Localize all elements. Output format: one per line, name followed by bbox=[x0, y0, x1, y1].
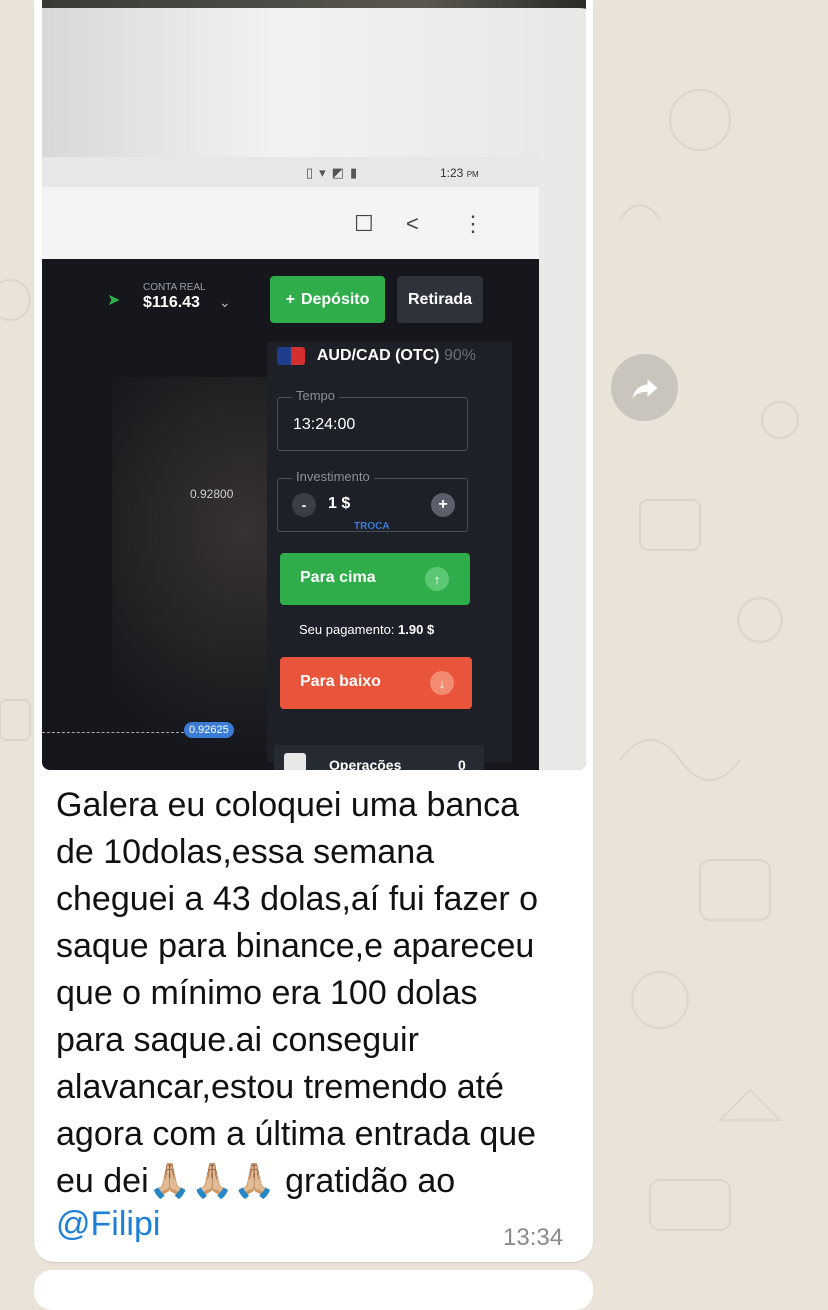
status-icons: ▯▾◩▮ bbox=[306, 165, 364, 180]
caption-line: alavancar,estou tremendo até bbox=[56, 1068, 504, 1106]
android-status-bar: ▯▾◩▮ 1:23 PM bbox=[42, 157, 539, 187]
message-timestamp: 13:34 bbox=[503, 1224, 564, 1251]
forward-button[interactable] bbox=[611, 354, 678, 421]
account-type: CONTA REAL bbox=[143, 282, 206, 293]
withdraw-label: Retirada bbox=[407, 290, 473, 308]
price-line bbox=[42, 732, 184, 733]
investment-label: Investimento bbox=[292, 469, 374, 484]
investment-value: 1 $ bbox=[328, 495, 351, 512]
asset-selector[interactable]: AUD/CAD (OTC) 90% bbox=[277, 347, 476, 365]
browser-toolbar: ☐ < ⋮ bbox=[42, 187, 539, 259]
arrow-down-icon: ↓ bbox=[430, 671, 454, 695]
caption-line: que o mínimo era 100 dolas bbox=[56, 974, 478, 1012]
bookmark-icon[interactable]: ☐ bbox=[354, 211, 374, 237]
payout-info: Seu pagamento: 1.90 $ bbox=[299, 622, 434, 637]
plus-icon: + bbox=[285, 290, 295, 308]
operations-count: 0 bbox=[458, 757, 466, 770]
time-label: Tempo bbox=[292, 388, 340, 403]
minus-icon[interactable]: - bbox=[292, 493, 316, 517]
current-price-badge: 0.92625 bbox=[184, 722, 234, 738]
user-mention-link[interactable]: @Filipi bbox=[56, 1205, 160, 1244]
plus-icon[interactable]: + bbox=[431, 493, 455, 517]
arrow-up-icon: ↑ bbox=[425, 567, 449, 591]
caption-line: para saque.ai conseguir bbox=[56, 1021, 419, 1059]
share-icon[interactable]: < bbox=[406, 211, 419, 237]
message-photo[interactable]: ▯▾◩▮ 1:23 PM ☐ < ⋮ ➤ CONTA REAL $116.43 … bbox=[42, 0, 586, 770]
caption-line: cheguei a 43 dolas,aí fui fazer o bbox=[56, 880, 538, 918]
time-value: 13:24:00 bbox=[293, 416, 356, 433]
operations-icon bbox=[284, 753, 306, 770]
price-level-label: 0.92800 bbox=[190, 487, 234, 501]
status-time: 1:23 bbox=[440, 166, 464, 180]
more-vert-icon[interactable]: ⋮ bbox=[462, 211, 484, 237]
down-button[interactable]: Para baixo ↓ bbox=[280, 657, 472, 709]
paper-plane-icon: ➤ bbox=[107, 292, 121, 309]
next-message-bubble bbox=[34, 1270, 593, 1310]
payout-value: 1.90 $ bbox=[398, 622, 435, 637]
account-balance: $116.43 bbox=[143, 294, 200, 311]
chevron-down-icon: ⌄ bbox=[219, 294, 231, 310]
caption-line: agora com a última entrada que bbox=[56, 1115, 537, 1153]
up-label: Para cima bbox=[300, 569, 376, 586]
caption-line: Galera eu coloquei uma banca bbox=[56, 786, 520, 824]
up-button[interactable]: Para cima ↑ bbox=[280, 553, 470, 605]
down-label: Para baixo bbox=[300, 673, 381, 690]
status-ampm: PM bbox=[466, 170, 479, 179]
caption-line: eu dei🙏🏼🙏🏼🙏🏼 gratidão ao bbox=[56, 1162, 456, 1200]
caption-line: de 10dolas,essa semana bbox=[56, 833, 435, 871]
caption-line: saque para binance,e apareceu bbox=[56, 927, 535, 965]
asset-payout-percent: 90% bbox=[443, 347, 476, 365]
deposit-label: Depósito bbox=[300, 290, 370, 308]
forward-icon bbox=[632, 378, 657, 399]
swap-link[interactable]: TROCA bbox=[354, 521, 390, 532]
asset-name: AUD/CAD (OTC) bbox=[316, 347, 440, 365]
deposit-button[interactable]: + Depósito bbox=[270, 276, 385, 323]
flag-icon bbox=[277, 347, 305, 365]
withdraw-button[interactable]: Retirada bbox=[397, 276, 483, 323]
time-field[interactable]: Tempo 13:24:00 bbox=[277, 388, 468, 451]
message-text: Galera eu coloquei uma banca de 10dolas,e… bbox=[56, 782, 576, 1205]
tablet-screen: ▯▾◩▮ 1:23 PM ☐ < ⋮ ➤ CONTA REAL $116.43 … bbox=[42, 157, 539, 770]
operations-label: Operações bbox=[329, 757, 402, 770]
payout-label: Seu pagamento: bbox=[299, 622, 395, 637]
operations-bar[interactable]: Operações 0 bbox=[274, 745, 484, 770]
